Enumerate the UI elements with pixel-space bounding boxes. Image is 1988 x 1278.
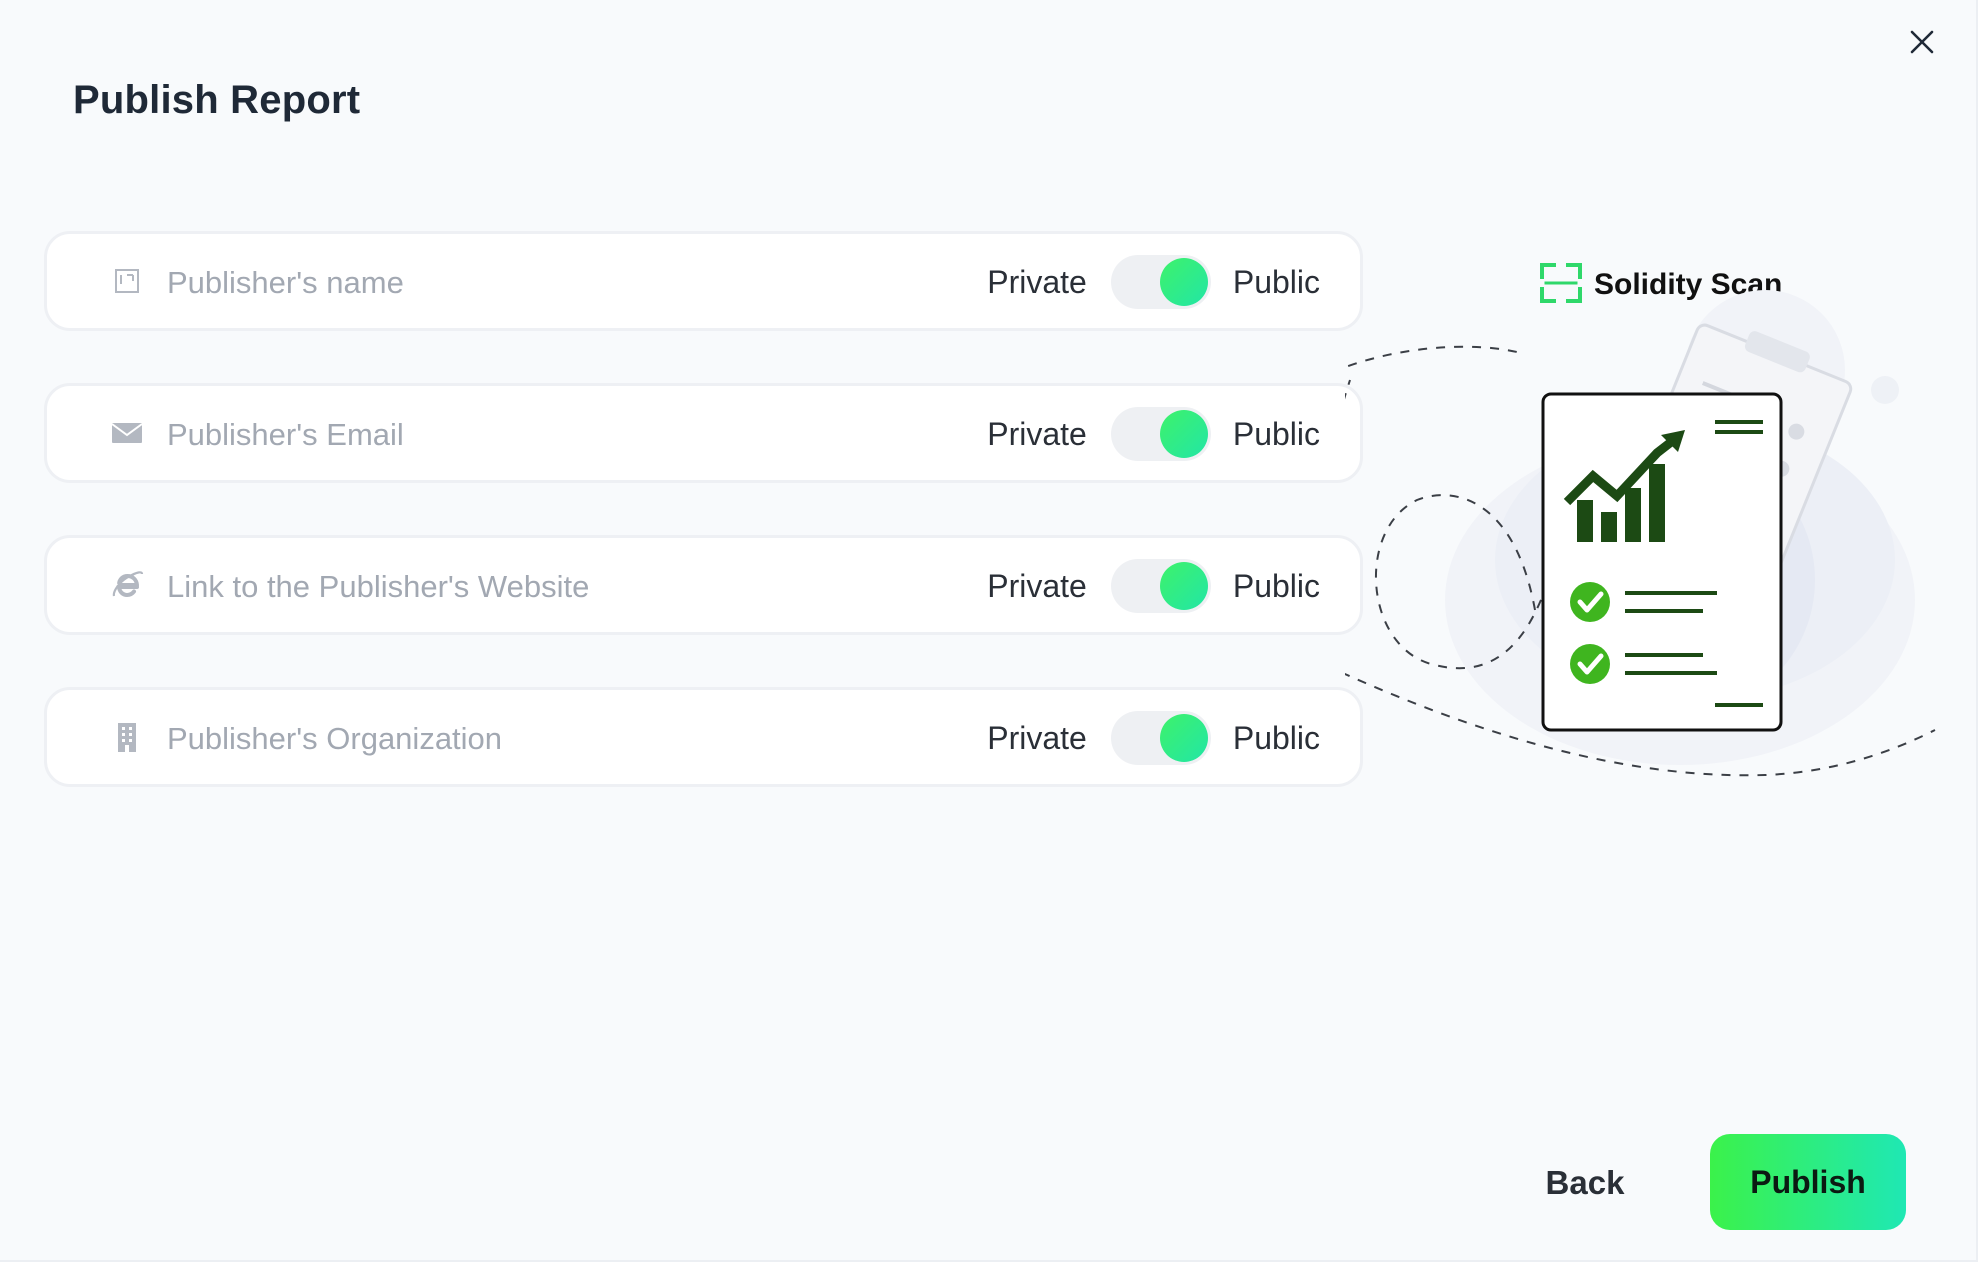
toggle-knob: [1159, 410, 1208, 458]
publisher-email-input[interactable]: [165, 406, 869, 464]
publisher-email-row: Private Public: [44, 383, 1363, 483]
private-label: Private: [987, 263, 1087, 300]
visibility-toggle-group: Private Public: [987, 252, 1320, 312]
browser-e-icon: [112, 571, 144, 598]
publisher-name-input[interactable]: [165, 254, 869, 312]
publisher-website-row: Private Public: [44, 535, 1363, 635]
toggle-knob: [1159, 714, 1208, 762]
visibility-toggle[interactable]: [1110, 255, 1211, 309]
scan-frame-icon: [1540, 263, 1582, 303]
report-card: [1541, 392, 1783, 732]
close-icon: [1910, 30, 1934, 54]
report-illustration: Solidity Scan: [1345, 263, 1936, 777]
publisher-organization-input[interactable]: [165, 710, 869, 768]
publish-button[interactable]: Publish: [1710, 1134, 1906, 1230]
public-label: Public: [1232, 719, 1320, 756]
public-label: Public: [1232, 415, 1320, 452]
visibility-toggle-group: Private Public: [987, 404, 1320, 464]
toggle-knob: [1159, 258, 1208, 306]
publisher-name-row: Private Public: [44, 231, 1363, 331]
visibility-toggle[interactable]: [1110, 559, 1211, 613]
public-label: Public: [1232, 263, 1320, 300]
visibility-toggle-group: Private Public: [987, 708, 1320, 768]
publisher-organization-row: Private Public: [44, 687, 1363, 787]
private-label: Private: [987, 719, 1087, 756]
visibility-toggle-group: Private Public: [987, 556, 1320, 616]
back-button[interactable]: Back: [1530, 1135, 1640, 1231]
id-card-icon: [115, 269, 139, 293]
toggle-knob: [1159, 562, 1208, 610]
building-icon: [118, 723, 136, 752]
dialog-title: Publish Report: [73, 78, 361, 122]
close-button[interactable]: [1904, 24, 1940, 60]
publish-report-dialog: Publish Report Private Public: [0, 0, 1978, 1262]
publisher-fields: Private Public Private Public: [44, 231, 1363, 839]
publisher-website-input[interactable]: [165, 558, 869, 616]
public-label: Public: [1232, 567, 1320, 604]
private-label: Private: [987, 415, 1087, 452]
visibility-toggle[interactable]: [1110, 407, 1211, 461]
visibility-toggle[interactable]: [1110, 711, 1211, 765]
private-label: Private: [987, 567, 1087, 604]
envelope-icon: [111, 423, 143, 443]
